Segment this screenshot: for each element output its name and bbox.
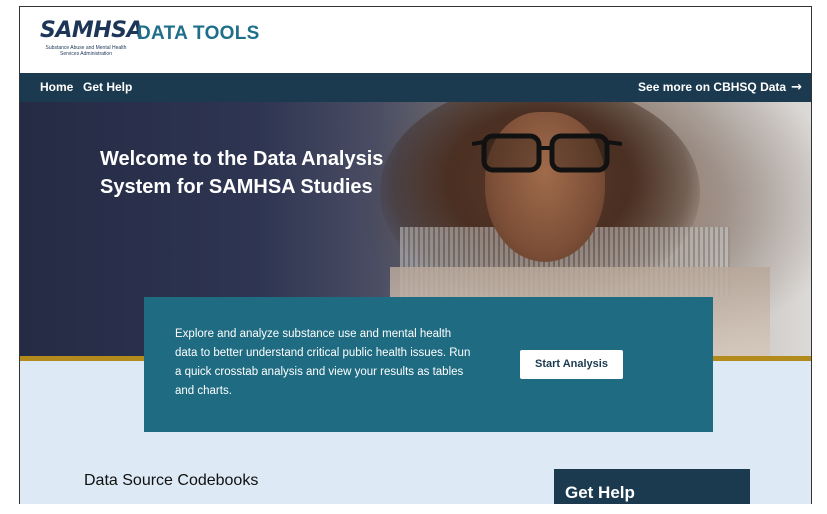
nav-item-get-help[interactable]: Get Help [83, 73, 132, 102]
cbhsq-data-link[interactable]: See more on CBHSQ Data → [638, 73, 802, 102]
arrow-right-icon: → [791, 80, 802, 95]
codebooks-heading: Data Source Codebooks [84, 472, 259, 489]
app-title[interactable]: DATA TOOLS [137, 23, 260, 45]
logo-wordmark: SAMHSA [40, 18, 144, 43]
start-analysis-button[interactable]: Start Analysis [520, 350, 623, 379]
logo-subtitle: Substance Abuse and Mental Health Servic… [45, 45, 127, 57]
samhsa-logo[interactable]: SAMHSA Substance Abuse and Mental Health… [40, 19, 144, 67]
nav-item-home[interactable]: Home [40, 73, 73, 102]
site-header: SAMHSA Substance Abuse and Mental Health… [20, 7, 811, 73]
get-help-card: Get Help [554, 469, 750, 504]
cbhsq-link-label: See more on CBHSQ Data [638, 80, 787, 94]
intro-callout: Explore and analyze substance use and me… [144, 297, 713, 432]
hero-photo-glasses [472, 133, 622, 173]
intro-text: Explore and analyze substance use and me… [175, 328, 471, 397]
get-help-heading: Get Help [565, 483, 635, 502]
hero-title: Welcome to the Data Analysis System for … [100, 148, 384, 198]
main-nav: Home Get Help See more on CBHSQ Data → [20, 73, 811, 102]
browser-page: SAMHSA Substance Abuse and Mental Health… [19, 6, 812, 504]
